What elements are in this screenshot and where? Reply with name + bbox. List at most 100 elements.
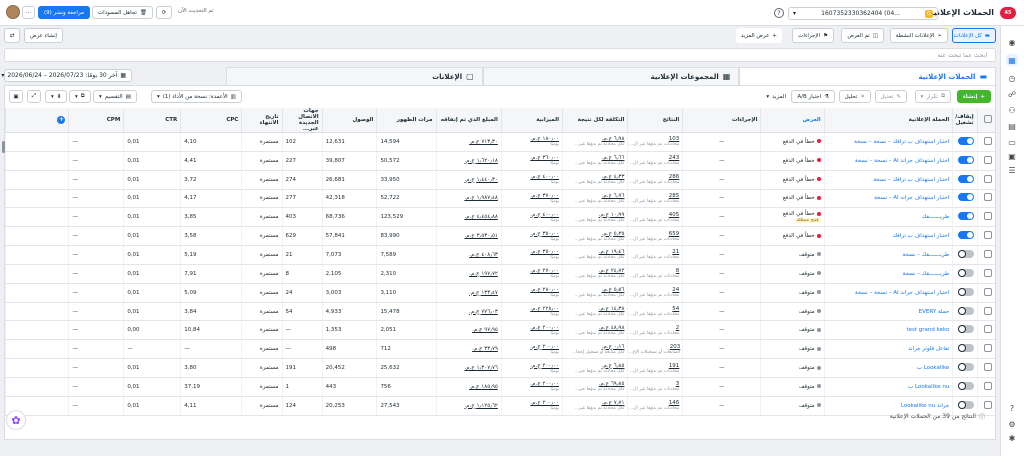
filter-all-ads[interactable]: ▬ كل الإعلانات (952, 28, 996, 43)
campaigns-icon[interactable]: ▦ (1006, 54, 1018, 66)
campaign-toggle[interactable] (957, 381, 974, 390)
campaign-name-link[interactable]: حملة EVERY (919, 309, 950, 315)
budget-cell[interactable]: ‏٣٦٠٫٠٠ ج.م. يوميًا (500, 151, 563, 171)
results-value[interactable]: 405 (669, 212, 680, 218)
results-value[interactable]: 659 (669, 231, 680, 237)
avatar[interactable] (6, 5, 20, 19)
results-value[interactable]: 2 (676, 325, 680, 331)
row-select-cell[interactable] (976, 245, 995, 265)
row-toggle-cell[interactable] (952, 283, 978, 303)
campaign-name-link[interactable]: طريـــــــقك (922, 214, 950, 220)
columns-dropdown[interactable]: ▥ الأعمدة: نسخة من الأداء (1) ▾ (151, 90, 242, 103)
row-select-cell[interactable] (976, 264, 995, 284)
campaign-name-cell[interactable]: اختبار استهداف ب ترافك – نسخة (823, 170, 953, 190)
billing-icon[interactable]: ▭ (1006, 136, 1018, 148)
assistant-button[interactable]: ✿ (6, 410, 26, 430)
cost-per-result-value[interactable]: ‏٥٫٣٥ ج.م. (602, 231, 625, 237)
table-row[interactable]: Lookalike ب متوقف — 191 محادثات تم بدؤها … (4, 358, 995, 378)
budget-cell[interactable]: ‏٣٥٠٫٠٠ ج.م. يوميًا (500, 245, 563, 265)
expand-button[interactable]: ⤢ (27, 90, 41, 103)
budget-cell[interactable]: ‏١٨٠٫٠٠ ج.م. يوميًا (500, 132, 563, 152)
col-amount-spent[interactable]: المبلغ الذي تم إنفاقه (435, 108, 502, 133)
table-row[interactable]: test grand keko متوقف — 2 محادثات تم بدؤه… (4, 320, 995, 341)
users-icon[interactable]: ⚇ (1006, 104, 1018, 116)
campaign-name-link[interactable]: طريـــــــقك – نسخة (903, 252, 950, 258)
amount-spent-value[interactable]: ‏٩٧٫٩٥ ج.م. (472, 327, 498, 333)
row-select-cell[interactable] (976, 170, 995, 190)
row-toggle-cell[interactable] (952, 170, 978, 190)
campaign-name-link[interactable]: Lookalike nu ب (908, 384, 949, 390)
row-checkbox[interactable] (984, 268, 992, 277)
campaign-toggle[interactable] (957, 400, 974, 409)
campaign-toggle[interactable] (957, 174, 974, 183)
budget-cell[interactable]: ‏٣٧٠٫٠٠ ج.م. يوميًا (500, 189, 563, 209)
filter-delivered[interactable]: ◫ تم العرض (841, 28, 884, 43)
col-campaign[interactable]: الحملة الإعلانية (823, 108, 953, 133)
campaign-toggle[interactable] (957, 306, 974, 315)
campaign-toggle[interactable] (957, 287, 974, 296)
campaign-name-cell[interactable]: اختبار استهداف جراند AI – نسخة (823, 189, 953, 209)
help-icon[interactable]: ? (1006, 402, 1018, 414)
campaign-name-cell[interactable]: طريـــــــقك – نسخة (823, 245, 953, 265)
chart-toggle-button[interactable]: ▣ (9, 90, 23, 103)
amount-spent-value[interactable]: ‏١٫٦٢٠٫١٨ ج.م. (464, 158, 498, 164)
col-cpc[interactable]: CPC (180, 108, 242, 133)
campaign-toggle[interactable] (957, 363, 974, 372)
cost-per-result-value[interactable]: ‏٠٫١٦ ج.م. (602, 344, 625, 350)
select-all-header[interactable] (976, 108, 995, 133)
cost-per-result-value[interactable]: ‏٤٨٫٩٨ ج.م. (599, 325, 625, 331)
filter-actions[interactable]: ⚑ الإجراءات (792, 28, 834, 43)
date-range-picker[interactable]: ▦ آخر 30 يومًا: 2026/07/23 – 2026/06/24 ▾ (1, 69, 132, 82)
row-toggle-cell[interactable] (952, 358, 978, 378)
col-reach[interactable]: الوصول (321, 108, 377, 133)
campaign-name-cell[interactable]: Lookalike ب (823, 358, 953, 378)
campaign-name-cell[interactable]: اختبار استهداف جراند AI – نسخة – نسخة (823, 151, 953, 171)
amount-spent-value[interactable]: ‏٤٫٤٥٤٫٨٨ ج.م. (464, 214, 498, 220)
search-input[interactable]: ابحث عما تبحث عنه (4, 48, 996, 62)
row-checkbox[interactable] (984, 287, 992, 296)
table-row[interactable]: اختبار استهداف جراند AI – نسخة – نسخة خط… (4, 151, 995, 171)
budget-cell[interactable]: ‏٢٢٨٫٠٠ ج.م. يوميًا (500, 302, 563, 322)
discard-drafts-button[interactable]: 🗑 تجاهل المسودات (92, 6, 153, 19)
reports-icon[interactable]: ▤ (1006, 120, 1018, 132)
col-cost-per-result[interactable]: التكلفة لكل نتيجة (562, 108, 628, 133)
campaign-name-link[interactable]: Lookalike ب (917, 365, 950, 371)
table-row[interactable]: اختبار استهداف جراند AI – نسخة – نسخة مت… (4, 283, 995, 303)
campaign-toggle[interactable] (957, 325, 974, 334)
tab-ads[interactable]: ▢ الإعلانات (225, 67, 483, 85)
campaign-name-cell[interactable]: اختبار استهداف جراند AI – نسخة – نسخة (823, 283, 953, 303)
campaign-name-cell[interactable]: طريـــــــقك – نسخة (823, 264, 953, 284)
campaign-name-cell[interactable]: test grand keko (823, 320, 953, 341)
row-select-cell[interactable] (976, 207, 995, 228)
campaign-name-link[interactable]: اختبار استهداف ب ترافك – نسخة (873, 177, 949, 183)
create-view-button[interactable]: إنشاء عرض (24, 28, 63, 43)
campaign-name-cell[interactable]: طريـــــــقك (823, 207, 953, 228)
row-checkbox[interactable] (984, 136, 992, 145)
row-checkbox[interactable] (984, 325, 992, 334)
review-publish-button[interactable]: مراجعة ونشر (9) (38, 6, 90, 19)
row-toggle-cell[interactable] (952, 226, 978, 247)
budget-cell[interactable]: ‏٣٥٠٫٠٠ ج.م. يوميًا (500, 226, 563, 247)
campaign-name-cell[interactable]: اختبار استهداف ب ترافك (823, 226, 953, 247)
campaign-name-cell[interactable]: اختبار استهداف ب ترافك – نسخة – نسخة (823, 132, 953, 152)
row-checkbox[interactable] (984, 193, 992, 202)
amount-spent-value[interactable]: ‏١٫٩٨٧٫٤٨ ج.م. (464, 195, 498, 201)
row-toggle-cell[interactable] (952, 132, 978, 152)
campaign-name-link[interactable]: اختبار استهداف ب ترافك – نسخة – نسخة (854, 139, 949, 145)
campaign-name-link[interactable]: اختبار استهداف جراند AI – نسخة – نسخة (855, 158, 949, 164)
col-new-contacts[interactable]: جهات الاتصال الجديدة عبر... (281, 108, 323, 133)
reports-dropdown[interactable]: ⧉ ▾ (69, 90, 91, 103)
home-icon[interactable]: ◉ (1006, 36, 1018, 48)
table-row[interactable]: اختبار استهداف ب ترافك – نسخة – نسخة خطأ… (4, 132, 995, 152)
col-end-date[interactable]: تاريخ الانتهاء (241, 108, 283, 133)
amount-spent-value[interactable]: ‏١٫٣٠٧٫٧٦ ج.م. (464, 365, 498, 371)
table-row[interactable]: حملة EVERY متوقف — 54 محادثات تم بدؤها عب… (4, 302, 995, 322)
row-select-cell[interactable] (976, 189, 995, 209)
row-select-cell[interactable] (976, 151, 995, 171)
row-select-cell[interactable] (976, 339, 995, 360)
budget-cell[interactable]: ‏٢٠٠٫٠٠ ج.م. يوميًا (500, 339, 563, 360)
account-selector[interactable]: G 1607352330362404 (04... ▾ (788, 7, 938, 20)
campaign-name-link[interactable]: اختبار استهداف ب ترافك (893, 233, 950, 239)
budget-cell[interactable]: ‏٢٨٠٫٠٠ ج.م. يوميًا (500, 283, 563, 303)
campaign-toggle[interactable] (957, 155, 974, 164)
